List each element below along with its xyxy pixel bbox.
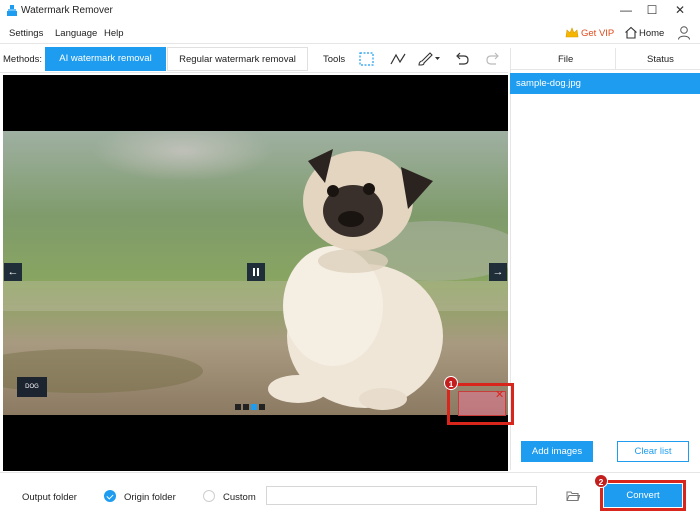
pause-button[interactable] xyxy=(247,263,265,281)
window-title: Watermark Remover xyxy=(21,5,113,16)
previous-image-button[interactable]: ← xyxy=(4,263,22,281)
output-path-input[interactable] xyxy=(266,486,537,505)
lasso-icon[interactable] xyxy=(389,51,407,67)
step-badge-2: 2 xyxy=(594,474,608,488)
menu-help[interactable]: Help xyxy=(104,28,124,39)
tools-label: Tools xyxy=(323,54,346,65)
home-icon[interactable] xyxy=(624,26,638,39)
undo-icon[interactable] xyxy=(453,51,471,67)
slide-dot[interactable] xyxy=(235,404,241,410)
rectangle-select-icon[interactable] xyxy=(358,51,376,67)
custom-folder-radio[interactable] xyxy=(203,490,215,502)
methods-toolbar: Methods: AI watermark removal Regular wa… xyxy=(0,45,508,73)
title-bar: Watermark Remover — ☐ ✕ xyxy=(0,0,700,21)
file-name: sample-dog.jpg xyxy=(516,78,581,89)
slide-indicator xyxy=(235,402,267,413)
column-status: Status xyxy=(647,54,674,65)
file-list-header: File Status xyxy=(510,48,700,70)
remove-selection-icon[interactable]: ✕ xyxy=(495,388,504,401)
slide-dot[interactable] xyxy=(243,404,249,410)
file-list-panel xyxy=(510,70,700,470)
folder-icon[interactable] xyxy=(566,490,580,502)
menu-language[interactable]: Language xyxy=(55,28,97,39)
next-image-button[interactable]: → xyxy=(489,263,507,281)
origin-folder-radio[interactable] xyxy=(104,490,116,502)
step-badge-1: 1 xyxy=(444,376,458,390)
slide-dot[interactable] xyxy=(259,404,265,410)
home-link[interactable]: Home xyxy=(639,28,664,39)
maximize-button[interactable]: ☐ xyxy=(638,1,666,19)
minimize-button[interactable]: — xyxy=(612,1,640,19)
brush-icon[interactable] xyxy=(416,51,442,67)
get-vip-link[interactable]: Get VIP xyxy=(581,28,614,39)
menu-settings[interactable]: Settings xyxy=(9,28,43,39)
custom-folder-label: Custom xyxy=(223,492,256,503)
origin-folder-label: Origin folder xyxy=(124,492,176,503)
column-divider xyxy=(615,48,616,70)
output-folder-label: Output folder xyxy=(22,492,77,503)
crown-icon[interactable] xyxy=(565,27,579,39)
watermark-text-overlay: DOG xyxy=(17,377,47,397)
methods-label: Methods: xyxy=(3,54,43,65)
slide-dot-active[interactable] xyxy=(251,404,257,410)
app-logo-icon xyxy=(7,5,17,16)
column-file: File xyxy=(558,54,574,65)
menu-bar: Settings Language Help Get VIP Home xyxy=(0,22,700,44)
clear-list-button[interactable]: Clear list xyxy=(617,441,689,462)
add-images-button[interactable]: Add images xyxy=(521,441,593,462)
convert-button[interactable]: Convert xyxy=(604,484,682,507)
redo-icon[interactable] xyxy=(484,51,502,67)
image-preview[interactable]: ← → DOG xyxy=(3,75,508,471)
tab-ai-watermark-removal[interactable]: AI watermark removal xyxy=(45,47,166,71)
file-list-item[interactable]: sample-dog.jpg xyxy=(510,73,700,94)
tab-regular-watermark-removal[interactable]: Regular watermark removal xyxy=(167,47,308,71)
user-icon[interactable] xyxy=(677,25,691,40)
close-button[interactable]: ✕ xyxy=(666,1,694,19)
